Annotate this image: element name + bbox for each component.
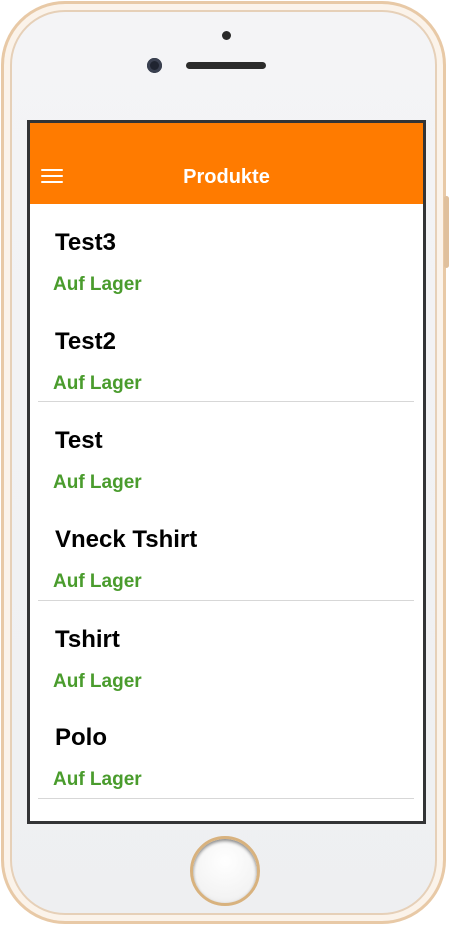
product-list: Test3 Auf Lager Test2 Auf Lager Test Auf…: [30, 204, 423, 800]
stock-status: Auf Lager: [53, 769, 142, 791]
home-button[interactable]: [190, 836, 260, 906]
product-name: Test3: [55, 229, 116, 256]
product-name: Test: [55, 427, 103, 455]
stock-status: Auf Lager: [53, 372, 142, 394]
stock-status: Auf Lager: [53, 670, 142, 692]
product-name: Vneck Tshirt: [55, 526, 198, 554]
stock-status: Auf Lager: [53, 571, 142, 593]
front-camera: [147, 58, 162, 73]
divider: [38, 798, 414, 800]
page-title: Produkte: [183, 166, 270, 188]
app-bar: Produkte: [30, 123, 423, 204]
list-item[interactable]: Tshirt Auf Lager: [30, 601, 423, 700]
earpiece-speaker: [186, 62, 266, 69]
stock-status: Auf Lager: [53, 274, 142, 295]
product-name: Polo: [55, 724, 107, 752]
list-item[interactable]: Polo Auf Lager: [30, 699, 423, 798]
phone-frame: Produkte Test3 Auf Lager Test2 Auf Lager…: [1, 1, 446, 924]
sensor-dot: [222, 31, 231, 40]
list-item[interactable]: Test Auf Lager: [30, 402, 423, 501]
stock-status: Auf Lager: [53, 472, 142, 494]
app-screen: Produkte Test3 Auf Lager Test2 Auf Lager…: [27, 120, 426, 824]
list-item[interactable]: Test3 Auf Lager: [30, 204, 423, 303]
product-name: Test2: [55, 327, 116, 355]
side-button[interactable]: [444, 196, 449, 268]
product-name: Tshirt: [55, 625, 120, 653]
list-item[interactable]: Test2 Auf Lager: [30, 303, 423, 402]
list-item[interactable]: Vneck Tshirt Auf Lager: [30, 501, 423, 600]
